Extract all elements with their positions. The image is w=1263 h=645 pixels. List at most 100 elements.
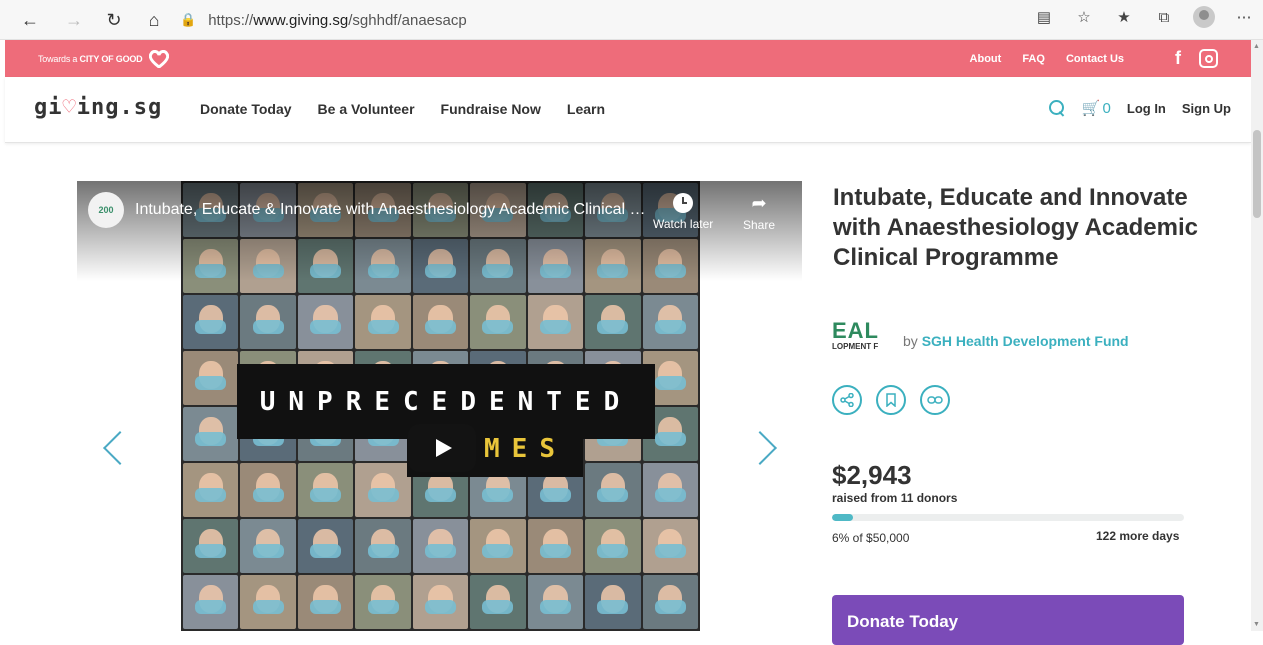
organization-link[interactable]: SGH Health Development Fund xyxy=(922,333,1129,349)
video-face-tile xyxy=(355,295,411,349)
video-face-tile xyxy=(412,295,469,349)
video-face-tile xyxy=(585,519,641,573)
scroll-thumb[interactable] xyxy=(1253,130,1261,218)
video-face-tile xyxy=(240,575,296,629)
video-face-tile xyxy=(642,575,698,629)
video-face-tile xyxy=(412,575,469,629)
login-link[interactable]: Log In xyxy=(1127,101,1166,116)
main-nav: Donate Today Be a Volunteer Fundraise No… xyxy=(200,101,605,117)
video-face-tile xyxy=(527,295,584,349)
nav-be-a-volunteer[interactable]: Be a Volunteer xyxy=(318,101,415,117)
carousel-prev-arrow-icon[interactable] xyxy=(102,428,122,464)
search-icon[interactable] xyxy=(1048,99,1066,117)
goal-percent-text: 6% of $50,000 xyxy=(832,531,910,545)
home-icon[interactable]: ⌂ xyxy=(138,4,170,36)
video-face-tile xyxy=(183,575,239,629)
brand-part-a: gi xyxy=(34,95,63,120)
share-label: Share xyxy=(743,218,776,232)
profile-avatar[interactable] xyxy=(1193,6,1215,28)
video-title[interactable]: Intubate, Educate & Innovate with Anaest… xyxy=(135,201,655,219)
video-face-tile xyxy=(183,519,239,573)
organization-logo[interactable]: EAL LOPMENT F xyxy=(832,318,890,368)
collections-icon[interactable]: ⧉ xyxy=(1153,6,1175,28)
facebook-icon[interactable]: f xyxy=(1175,48,1181,69)
video-face-tile xyxy=(240,519,296,573)
site-header: gi♡ing.sg Donate Today Be a Volunteer Fu… xyxy=(5,77,1251,143)
url-path: /sghhdf/anaesacp xyxy=(348,11,467,29)
brand-part-b: ing.sg xyxy=(76,95,163,120)
scroll-down-icon[interactable]: ▼ xyxy=(1253,621,1260,628)
tagline-bold: CITY OF GOOD xyxy=(79,53,143,64)
copy-link-icon[interactable] xyxy=(920,385,950,415)
signup-link[interactable]: Sign Up xyxy=(1182,101,1231,116)
video-face-tile xyxy=(183,295,239,349)
more-menu-icon[interactable]: ⋯ xyxy=(1233,6,1255,28)
days-remaining: 122 more days xyxy=(1096,529,1180,543)
video-face-tile xyxy=(642,519,698,573)
giving-sg-logo[interactable]: gi♡ing.sg xyxy=(34,95,162,120)
nav-donate-today[interactable]: Donate Today xyxy=(200,101,292,117)
heart-icon xyxy=(148,48,170,70)
nav-fundraise-now[interactable]: Fundraise Now xyxy=(441,101,541,117)
donor-count-text: raised from 11 donors xyxy=(832,491,958,505)
contact-us-link[interactable]: Contact Us xyxy=(1066,53,1124,65)
video-face-tile xyxy=(183,407,239,461)
video-face-tile xyxy=(470,575,526,629)
by-label: by xyxy=(903,333,918,349)
instagram-icon[interactable] xyxy=(1199,49,1218,68)
share-video-button[interactable]: ➦ Share xyxy=(743,193,775,232)
video-face-tile xyxy=(183,351,239,405)
favorites-icon[interactable]: ★ xyxy=(1113,6,1135,28)
bookmark-icon[interactable] xyxy=(876,385,906,415)
page-scrollbar[interactable]: ▲ ▼ xyxy=(1251,40,1263,631)
lock-icon: 🔒 xyxy=(180,12,197,27)
share-arrow-icon: ➦ xyxy=(751,193,767,213)
donate-today-button[interactable]: Donate Today xyxy=(832,595,1184,645)
video-face-tile xyxy=(240,295,296,349)
video-face-tile xyxy=(240,463,296,517)
cart-icon: 🛒 xyxy=(1081,100,1101,117)
video-face-tile xyxy=(527,519,584,573)
channel-avatar[interactable]: 200 xyxy=(88,192,124,228)
video-player[interactable]: UNPRECEDENTED MES 200 Intubate, Educate … xyxy=(77,181,802,631)
video-face-tile xyxy=(642,295,698,349)
funding-progress-bar xyxy=(832,514,1184,521)
cart-button[interactable]: 🛒 0 xyxy=(1081,99,1111,118)
about-link[interactable]: About xyxy=(970,53,1002,65)
address-bar[interactable]: 🔒 https://www.giving.sg/sghhdf/anaesacp xyxy=(180,6,1020,34)
share-icon[interactable] xyxy=(832,385,862,415)
url-prefix: https:// xyxy=(208,11,254,29)
video-face-tile xyxy=(470,519,526,573)
watch-later-label: Watch later xyxy=(653,217,714,231)
play-button[interactable] xyxy=(408,424,476,472)
org-logo-subtext: LOPMENT F xyxy=(832,342,879,351)
reload-icon[interactable]: ↻ xyxy=(98,4,130,36)
video-face-tile xyxy=(585,575,641,629)
faq-link[interactable]: FAQ xyxy=(1022,53,1045,65)
url-host: www.giving.sg xyxy=(253,11,349,29)
carousel-next-arrow-icon[interactable] xyxy=(756,428,776,464)
video-face-tile xyxy=(355,575,411,629)
cart-count: 0 xyxy=(1102,99,1111,117)
channel-badge: 200 xyxy=(98,205,114,215)
video-face-tile xyxy=(585,295,641,349)
browser-toolbar: ← → ↻ ⌂ 🔒 https://www.giving.sg/sghhdf/a… xyxy=(0,0,1263,40)
org-logo-text: EAL xyxy=(832,318,879,343)
city-of-good-tagline[interactable]: Towards a CITY OF GOOD xyxy=(38,48,170,70)
progress-fill xyxy=(832,514,854,521)
tagline-prefix: Towards a xyxy=(38,53,78,64)
video-face-tile xyxy=(297,519,354,573)
top-strip: Towards a CITY OF GOOD About FAQ Contact… xyxy=(5,40,1251,77)
watch-later-button[interactable]: Watch later xyxy=(653,193,713,231)
reader-mode-icon[interactable]: ▤ xyxy=(1033,6,1055,28)
video-face-tile xyxy=(297,575,354,629)
organizer-line: by SGH Health Development Fund xyxy=(903,333,1129,349)
add-favorite-icon[interactable]: ☆ xyxy=(1073,6,1095,28)
scroll-up-icon[interactable]: ▲ xyxy=(1253,43,1260,50)
forward-arrow-icon[interactable]: → xyxy=(58,4,90,36)
video-face-tile xyxy=(297,463,354,517)
video-face-tile xyxy=(585,463,641,517)
campaign-actions xyxy=(832,385,950,415)
back-arrow-icon[interactable]: ← xyxy=(14,4,46,36)
nav-learn[interactable]: Learn xyxy=(567,101,605,117)
